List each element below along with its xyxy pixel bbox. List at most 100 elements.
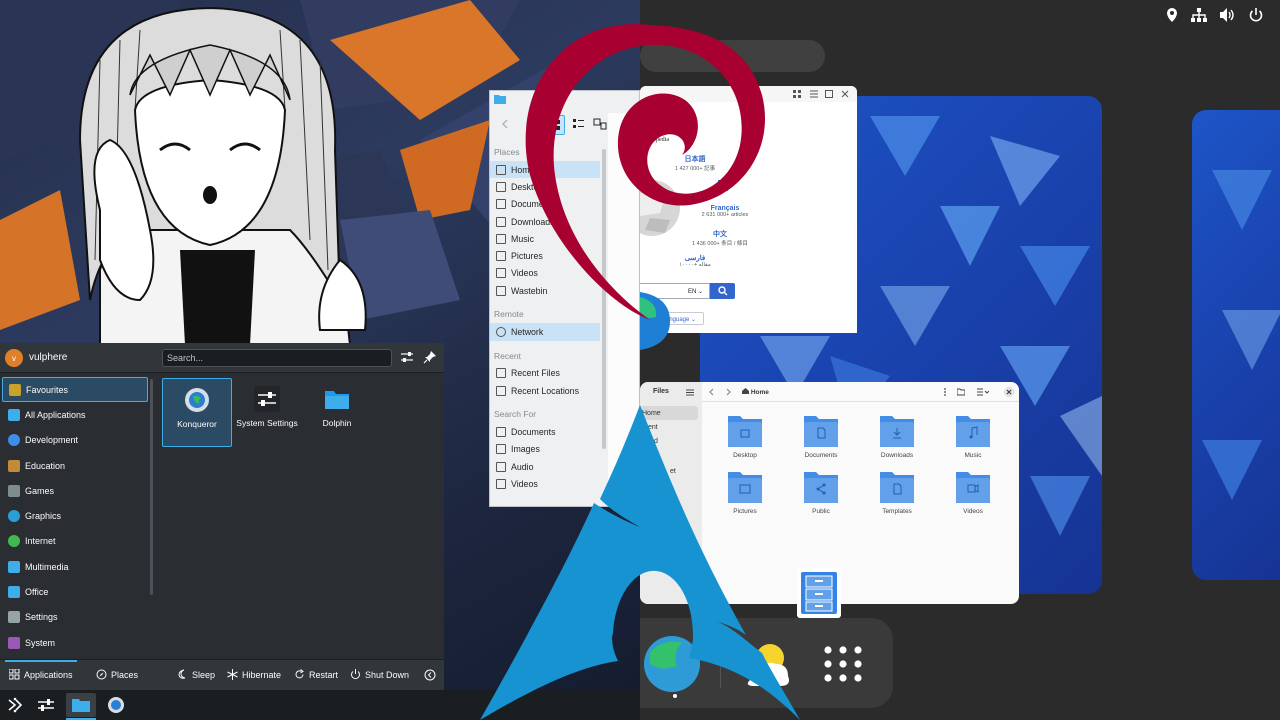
browser-icon[interactable] (642, 634, 702, 694)
shutdown-button[interactable]: Shut Down (350, 669, 409, 680)
folder-public[interactable]: Public (791, 470, 851, 515)
category-education[interactable]: Education (2, 453, 148, 478)
wiki-lang-persian[interactable]: فارسی ۱۰۰۰۰+ مقاله (655, 254, 735, 268)
close-icon[interactable] (841, 90, 849, 98)
category-settings[interactable]: Settings (2, 605, 148, 630)
files-app-icon[interactable] (797, 568, 841, 618)
wiki-lang-french[interactable]: Français 2 631 000+ articles (685, 205, 765, 218)
wikipedia-wordmark: PEDIA (640, 121, 681, 135)
lang-name: فارسی (684, 255, 706, 262)
more-options-icon[interactable] (941, 388, 949, 396)
launcher-button[interactable] (2, 693, 28, 717)
search-entry[interactable] (640, 40, 825, 72)
folder-templates[interactable]: Templates (867, 470, 927, 515)
place-videos[interactable]: Videos (490, 265, 600, 282)
folder-desktop[interactable]: Desktop (715, 414, 775, 459)
category-development[interactable]: Development (2, 428, 148, 453)
taskbar-dolphin[interactable] (66, 693, 96, 720)
place-documents[interactable]: Documents (490, 196, 600, 213)
category-favourites[interactable]: Favourites (2, 377, 148, 403)
lang-name: 中文 (713, 231, 727, 238)
places-scrollbar[interactable] (602, 149, 606, 449)
back-icon[interactable] (708, 388, 716, 396)
wiki-lang-chinese[interactable]: 中文 1 436 000+ 条目 / 條目 (680, 229, 760, 247)
taskbar-konqueror[interactable] (103, 693, 129, 717)
show-apps-icon[interactable] (820, 644, 866, 684)
icons-view-button[interactable] (545, 115, 565, 135)
tab-places[interactable]: Places (96, 669, 138, 680)
folder-music[interactable]: Music (943, 414, 1003, 459)
system-status-area[interactable] (1160, 5, 1280, 25)
app-label: System Settings (236, 418, 298, 428)
file-view[interactable] (608, 113, 639, 506)
downloads-icon (496, 216, 506, 227)
place-music[interactable]: Music (490, 230, 600, 247)
place-home[interactable]: Home (490, 161, 600, 179)
category-graphics[interactable]: Graphics (2, 503, 148, 528)
category-label: Settings (25, 612, 58, 623)
back-icon[interactable] (500, 119, 510, 129)
sidebar-item-home[interactable]: Home (640, 406, 698, 420)
sleep-button[interactable]: Sleep (177, 669, 215, 680)
taskbar (0, 690, 640, 720)
maximize-icon[interactable] (825, 90, 833, 98)
place-desktop[interactable]: Desktop (490, 178, 600, 195)
category-games[interactable]: Games (2, 478, 148, 503)
avatar[interactable]: v (5, 349, 23, 367)
view-options-icon[interactable] (977, 388, 989, 396)
forward-icon[interactable] (724, 388, 732, 396)
app-system-settings[interactable]: System Settings (232, 378, 302, 447)
search-header: Search For (494, 409, 537, 420)
search-audio[interactable]: Audio (490, 458, 600, 475)
configure-icon[interactable] (400, 350, 414, 364)
place-pictures[interactable]: Pictures (490, 247, 600, 264)
search-videos[interactable]: Videos (490, 475, 600, 492)
category-scrollbar[interactable] (150, 379, 153, 595)
audio-icon (496, 461, 506, 472)
place-network[interactable]: Network (490, 323, 600, 341)
search-documents[interactable]: Documents (490, 423, 600, 440)
place-recent-files[interactable]: Recent Files (490, 365, 600, 382)
weather-icon[interactable] (740, 636, 796, 690)
path-bar[interactable]: Home (738, 386, 938, 398)
category-multimedia[interactable]: Multimedia (2, 554, 148, 579)
app-konqueror[interactable]: Konqueror (162, 378, 232, 447)
grid-icon[interactable] (793, 90, 801, 98)
hibernate-button[interactable]: Hibernate (227, 669, 281, 680)
pin-icon[interactable] (423, 350, 437, 364)
app-label: Dolphin (322, 418, 352, 428)
chevron-left-icon[interactable] (424, 669, 436, 681)
folder-videos[interactable]: Videos (943, 470, 1003, 515)
new-folder-icon[interactable] (957, 388, 965, 396)
search-input[interactable] (162, 349, 392, 367)
folder-downloads[interactable]: Downloads (867, 414, 927, 459)
menu-icon[interactable] (810, 90, 818, 98)
place-label: Recent Files (511, 368, 560, 379)
sidebar-item-network[interactable]: et (670, 468, 676, 475)
category-system[interactable]: System (2, 630, 148, 655)
tab-applications[interactable]: Applications (9, 669, 73, 680)
details-view-button[interactable] (569, 115, 589, 135)
category-label: System (25, 637, 56, 648)
wiki-search-button[interactable] (710, 283, 735, 299)
place-recent-locations[interactable]: Recent Locations (490, 382, 600, 399)
wiki-lang-japanese[interactable]: 日本語 1 427 000+ 記事 (655, 154, 735, 172)
taskbar-system-settings[interactable] (33, 693, 59, 717)
category-all-applications[interactable]: All Applications (2, 402, 148, 427)
wiki-lang-english[interactable]: En ticles (682, 180, 762, 193)
folder-documents[interactable]: Documents (791, 414, 851, 459)
close-icon[interactable] (1004, 387, 1014, 397)
place-downloads[interactable]: Downloads (490, 213, 600, 230)
sidebar-item-recent[interactable]: ent (648, 424, 658, 431)
menu-icon[interactable] (686, 389, 694, 396)
folder-pictures[interactable]: Pictures (715, 470, 775, 515)
place-wastebin[interactable]: Wastebin (490, 282, 600, 299)
restart-button[interactable]: Restart (294, 669, 338, 680)
workspace-thumbnail[interactable] (1192, 110, 1280, 580)
category-internet[interactable]: Internet (2, 529, 148, 554)
app-dolphin[interactable]: Dolphin (302, 378, 372, 447)
search-images[interactable]: Images (490, 441, 600, 458)
sidebar-item-starred[interactable]: d (654, 438, 658, 445)
system-icon (8, 636, 20, 649)
category-office[interactable]: Office (2, 579, 148, 604)
